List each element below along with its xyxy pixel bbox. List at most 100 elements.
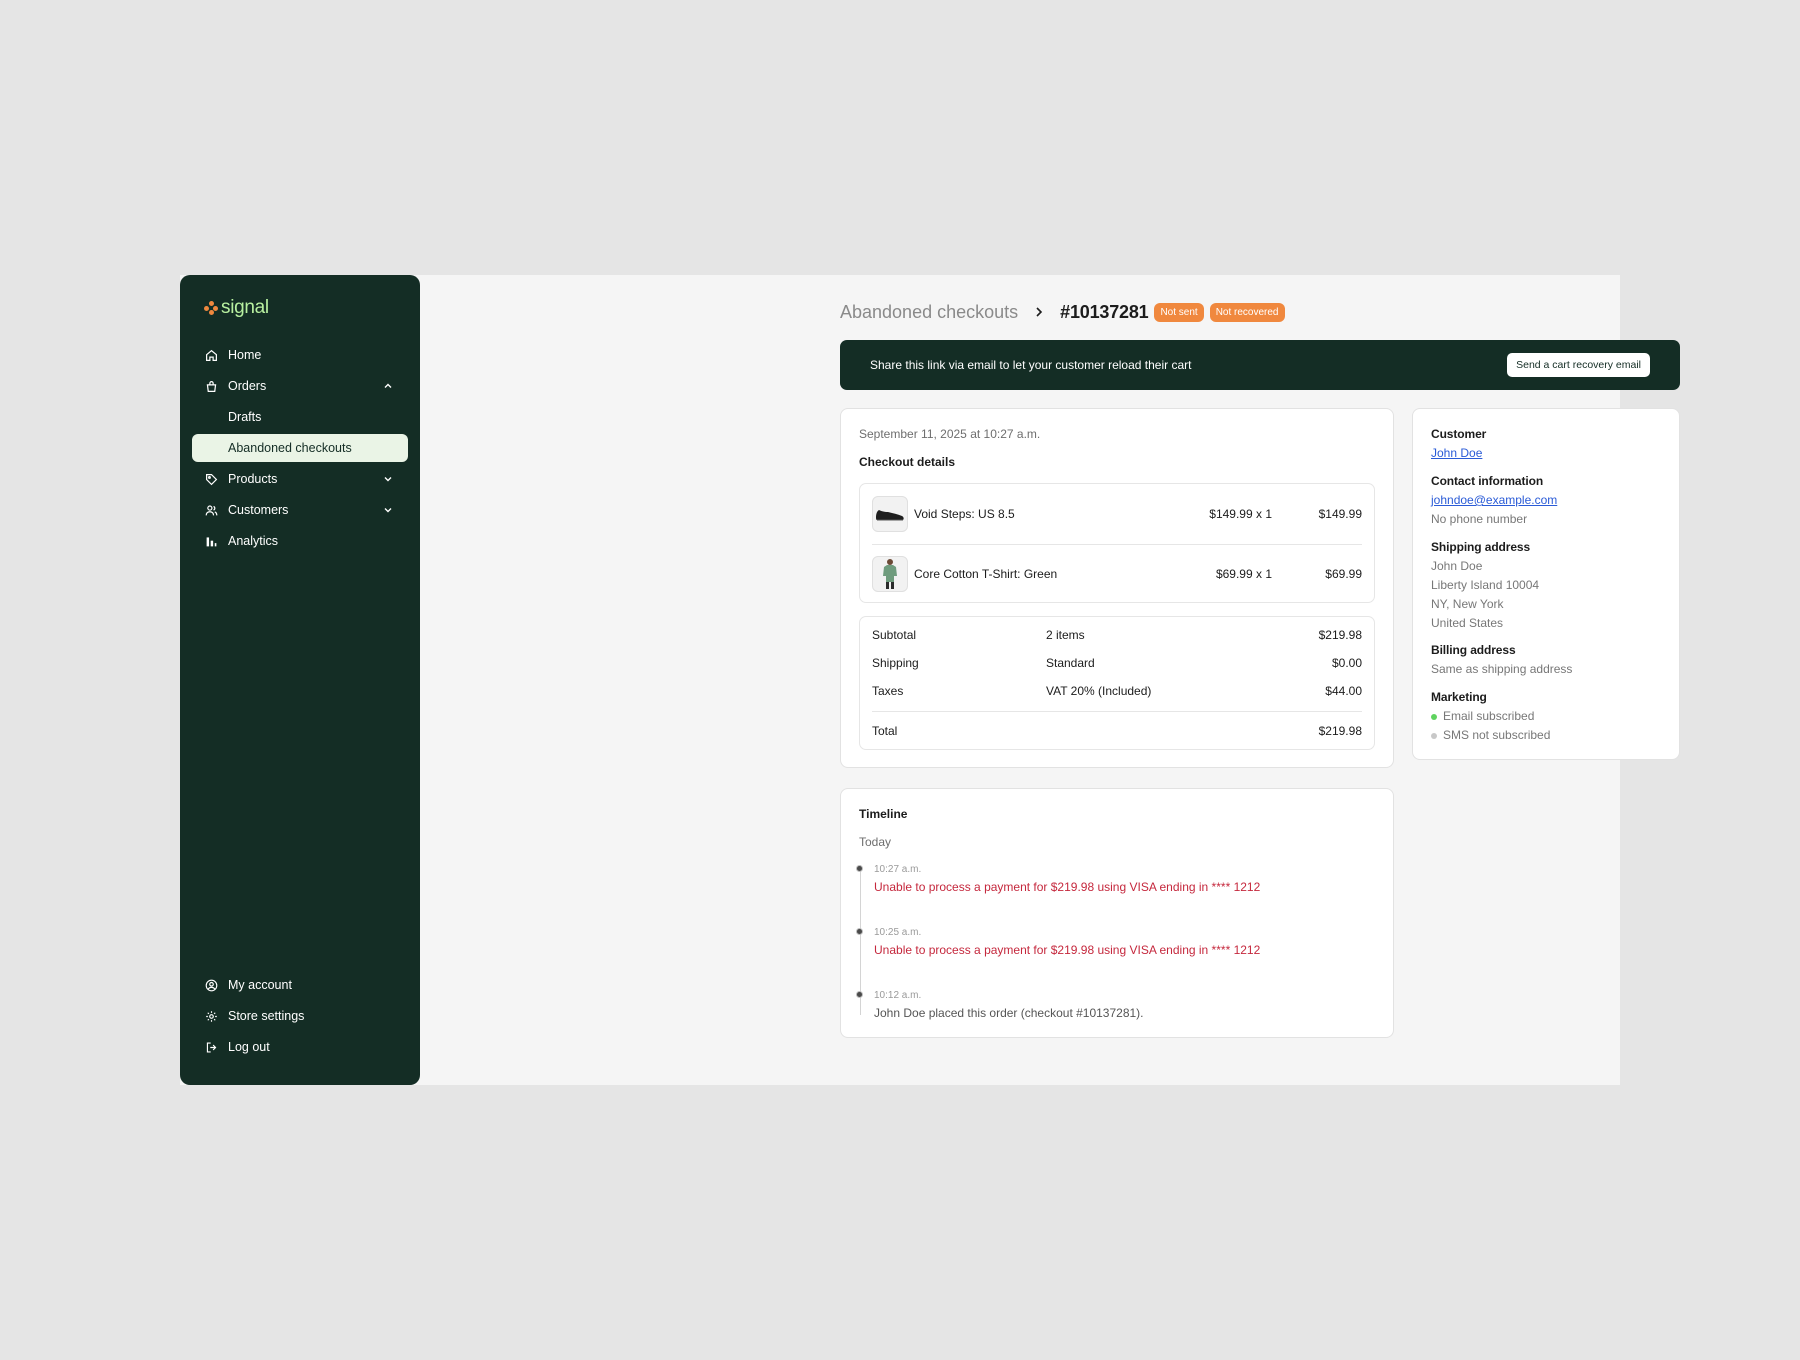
- timeline-event-time: 10:12 a.m.: [874, 990, 922, 1001]
- chevron-down-icon[interactable]: [382, 473, 394, 485]
- totals-row-shipping: Shipping Standard $0.00: [872, 649, 1362, 677]
- sidebar-item-label: Customers: [228, 503, 289, 517]
- chevron-down-icon[interactable]: [382, 504, 394, 516]
- checkout-details-title: Checkout details: [859, 455, 956, 469]
- sidebar-item-label: Analytics: [228, 534, 279, 548]
- totals-label: Shipping: [872, 656, 919, 670]
- shipping-line: NY, New York: [1431, 597, 1504, 611]
- line-item-name: Void Steps: US 8.5: [914, 507, 1015, 521]
- marketing-status-label: Email subscribed: [1443, 709, 1535, 723]
- marketing-status-label: SMS not subscribed: [1443, 728, 1551, 742]
- chevron-up-icon[interactable]: [382, 380, 394, 392]
- totals-label: Total: [872, 724, 898, 738]
- shipping-label: Shipping address: [1431, 540, 1531, 554]
- timeline-dot: [856, 865, 863, 872]
- sidebar-item-log-out[interactable]: Log out: [192, 1033, 408, 1061]
- timeline-card: Timeline Today 10:27 a.m. Unable to proc…: [840, 788, 1394, 1038]
- line-item-name: Core Cotton T-Shirt: Green: [914, 567, 1058, 581]
- shipping-line: United States: [1431, 616, 1504, 630]
- totals-label: Subtotal: [872, 628, 917, 642]
- checkout-date: September 11, 2025 at 10:27 a.m.: [859, 427, 1041, 441]
- timeline-event-message: Unable to process a payment for $219.98 …: [874, 943, 1261, 957]
- breadcrumb: Abandoned checkouts #10137281 Not sent N…: [840, 300, 1285, 324]
- sidebar-item-products[interactable]: Products: [192, 465, 408, 493]
- line-item[interactable]: Void Steps: US 8.5 $149.99 x 1 $149.99: [860, 484, 1374, 544]
- line-item-unit-price: $69.99 x 1: [1215, 567, 1272, 581]
- timeline-event-time: 10:25 a.m.: [874, 927, 922, 938]
- shipping-line: Liberty Island 10004: [1431, 578, 1540, 592]
- customer-section: Customer John Doe: [1431, 427, 1486, 463]
- sidebar-item-drafts[interactable]: Drafts: [192, 403, 408, 431]
- status-dot-icon: [1431, 732, 1437, 739]
- status-badge-not-recovered: Not recovered: [1209, 302, 1285, 322]
- brand-name: signal: [221, 297, 269, 318]
- marketing-label: Marketing: [1431, 690, 1487, 704]
- customer-name-link[interactable]: John Doe: [1431, 444, 1486, 463]
- billing-value: Same as shipping address: [1431, 662, 1573, 676]
- users-icon: [204, 503, 218, 517]
- customer-card: Customer John Doe Contact information jo…: [1412, 408, 1680, 760]
- timeline-event-time: 10:27 a.m.: [874, 864, 922, 875]
- banner-text: Share this link via email to let your cu…: [870, 358, 1192, 372]
- customer-phone: No phone number: [1431, 512, 1528, 526]
- timeline-title: Timeline: [859, 807, 908, 821]
- status-dot-icon: [1431, 713, 1437, 720]
- contact-section: Contact information johndoe@example.com …: [1431, 474, 1557, 529]
- marketing-sms-status: SMS not subscribed: [1431, 726, 1550, 745]
- billing-section: Billing address Same as shipping address: [1431, 643, 1572, 679]
- totals-row-subtotal: Subtotal 2 items $219.98: [872, 621, 1362, 649]
- timeline-dot: [856, 991, 863, 998]
- sidebar-item-label: Orders: [228, 379, 267, 393]
- chevron-right-icon: [1036, 307, 1043, 317]
- totals-detail: 2 items: [1046, 628, 1085, 642]
- orders-icon: [204, 379, 218, 393]
- app-window: signal Home Orders Drafts Abandoned chec…: [180, 275, 1680, 1085]
- marketing-section: Marketing Email subscribed SMS not subsc…: [1431, 690, 1550, 745]
- sidebar-item-label: Products: [228, 472, 278, 486]
- sidebar-item-orders[interactable]: Orders: [192, 372, 408, 400]
- totals-value: $0.00: [1331, 656, 1362, 670]
- customer-label: Customer: [1431, 427, 1487, 441]
- brand-logo[interactable]: signal: [204, 297, 269, 319]
- totals-label: Taxes: [872, 684, 904, 698]
- line-item-total: $69.99: [1325, 567, 1362, 581]
- totals-row-taxes: Taxes VAT 20% (Included) $44.00: [872, 677, 1362, 705]
- sidebar-item-label: Store settings: [228, 1009, 305, 1023]
- sidebar-item-customers[interactable]: Customers: [192, 496, 408, 524]
- totals-row-total: Total $219.98: [872, 717, 1362, 745]
- logout-icon: [204, 1040, 218, 1054]
- contact-label: Contact information: [1431, 474, 1544, 488]
- sidebar-item-label: Abandoned checkouts: [228, 441, 352, 455]
- marketing-email-status: Email subscribed: [1431, 707, 1550, 726]
- shipping-line: John Doe: [1431, 559, 1483, 573]
- shoe-icon: [876, 510, 904, 521]
- totals-summary: Subtotal 2 items $219.98 Shipping Standa…: [859, 616, 1375, 750]
- user-circle-icon: [204, 978, 218, 992]
- sidebar-item-home[interactable]: Home: [192, 341, 408, 369]
- sidebar-item-abandoned-checkouts[interactable]: Abandoned checkouts: [192, 434, 408, 462]
- line-item[interactable]: Core Cotton T-Shirt: Green $69.99 x 1 $6…: [860, 544, 1374, 604]
- totals-value: $44.00: [1325, 684, 1362, 698]
- billing-label: Billing address: [1431, 643, 1516, 657]
- shipping-section: Shipping address John Doe Liberty Island…: [1431, 540, 1539, 633]
- line-item-total: $149.99: [1318, 507, 1362, 521]
- secondary-nav: My account Store settings Log out: [192, 971, 408, 1064]
- tshirt-icon: [883, 559, 897, 589]
- product-thumbnail: [872, 556, 908, 592]
- customer-email-link[interactable]: johndoe@example.com: [1431, 491, 1557, 510]
- page-title: #10137281: [1060, 301, 1149, 322]
- sidebar-item-analytics[interactable]: Analytics: [192, 527, 408, 555]
- timeline-event-message: Unable to process a payment for $219.98 …: [874, 880, 1261, 894]
- timeline-event-message: John Doe placed this order (checkout #10…: [874, 1006, 1144, 1020]
- checkout-details-card: September 11, 2025 at 10:27 a.m. Checkou…: [840, 408, 1394, 768]
- sidebar-item-my-account[interactable]: My account: [192, 971, 408, 999]
- sidebar-item-store-settings[interactable]: Store settings: [192, 1002, 408, 1030]
- totals-detail: VAT 20% (Included): [1046, 684, 1152, 698]
- timeline-day-label: Today: [859, 835, 892, 849]
- sidebar: signal Home Orders Drafts Abandoned chec…: [180, 275, 420, 1085]
- recovery-banner: Share this link via email to let your cu…: [840, 340, 1680, 390]
- send-recovery-email-button[interactable]: Send a cart recovery email: [1507, 353, 1650, 377]
- status-badge-not-sent: Not sent: [1154, 302, 1204, 322]
- main-content: Abandoned checkouts #10137281 Not sent N…: [420, 275, 1680, 1085]
- breadcrumb-parent-link[interactable]: Abandoned checkouts: [840, 302, 1018, 323]
